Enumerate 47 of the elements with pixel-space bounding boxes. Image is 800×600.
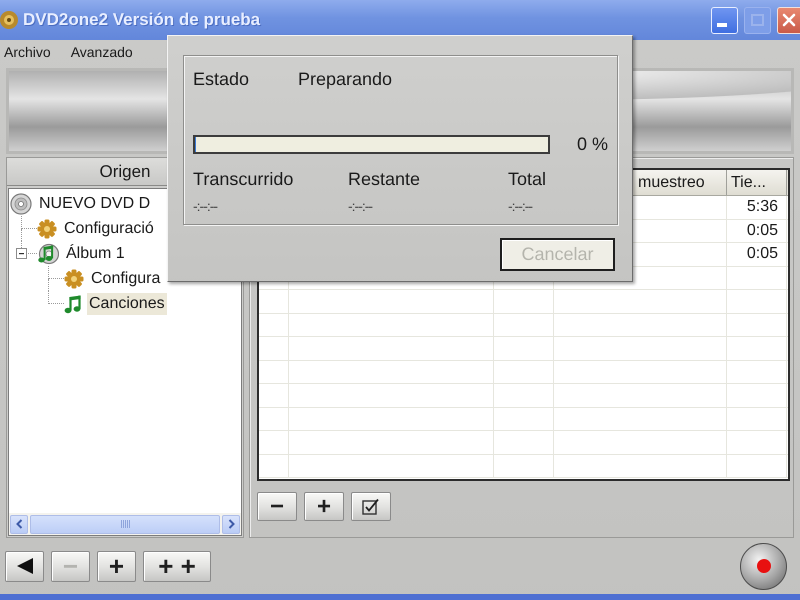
- status-label: Estado: [193, 68, 250, 88]
- close-button[interactable]: [777, 6, 800, 34]
- maximize-icon: [751, 14, 764, 26]
- check-button[interactable]: [351, 492, 391, 521]
- minimize-icon: [716, 23, 726, 27]
- disc-logo-icon: [0, 8, 20, 32]
- menu-item[interactable]: Avanzado: [66, 42, 137, 62]
- music-note-icon: [64, 294, 82, 314]
- table-cell-text: 0:05: [746, 244, 778, 264]
- checkbox-icon: [362, 498, 380, 516]
- minimize-button[interactable]: [711, 6, 738, 34]
- time-label: Restante: [348, 169, 420, 190]
- left-triangle-icon: [16, 557, 34, 575]
- column-header[interactable]: Tie...: [727, 170, 787, 195]
- tree-item[interactable]: Canciones: [87, 292, 167, 314]
- chevron-left-icon: [16, 519, 22, 529]
- remove-button[interactable]: −: [257, 492, 297, 521]
- chevron-right-icon: [228, 519, 234, 529]
- tree-item[interactable]: Configura: [89, 268, 162, 290]
- grip-icon: [120, 520, 130, 528]
- column-header[interactable]: muestreo: [634, 170, 727, 195]
- time-value: -:--:--: [193, 197, 218, 215]
- back-button[interactable]: [5, 550, 44, 582]
- gear-icon: [64, 268, 84, 288]
- add-button[interactable]: +: [304, 492, 344, 521]
- tree-item[interactable]: Álbum 1: [64, 242, 127, 264]
- add-button[interactable]: +: [97, 550, 136, 582]
- close-icon: [782, 13, 796, 27]
- table-cell-text: 5:36: [746, 197, 778, 218]
- time-label: Total: [508, 169, 546, 190]
- progress-percent: 0 %: [576, 133, 608, 156]
- collapse-icon[interactable]: [16, 248, 27, 259]
- tree-item[interactable]: Configuració: [62, 218, 156, 240]
- window-title: DVD2one2 Versión de prueba: [23, 9, 260, 32]
- scroll-left-button[interactable]: [10, 514, 28, 534]
- gear-icon: [37, 218, 57, 238]
- scrollbar-thumb[interactable]: [30, 514, 220, 534]
- status-value: Preparando: [298, 68, 392, 91]
- table-cell-text: 0:05: [746, 220, 778, 241]
- add-all-button[interactable]: + +: [143, 550, 211, 582]
- record-button[interactable]: [740, 542, 787, 590]
- menu-item[interactable]: Archivo: [0, 42, 55, 62]
- time-value: -:--:--: [348, 197, 372, 215]
- time-value: -:--:--: [508, 197, 532, 215]
- tree-item[interactable]: NUEVO DVD D: [37, 192, 152, 214]
- record-icon: [756, 559, 770, 573]
- scroll-right-button[interactable]: [222, 514, 240, 534]
